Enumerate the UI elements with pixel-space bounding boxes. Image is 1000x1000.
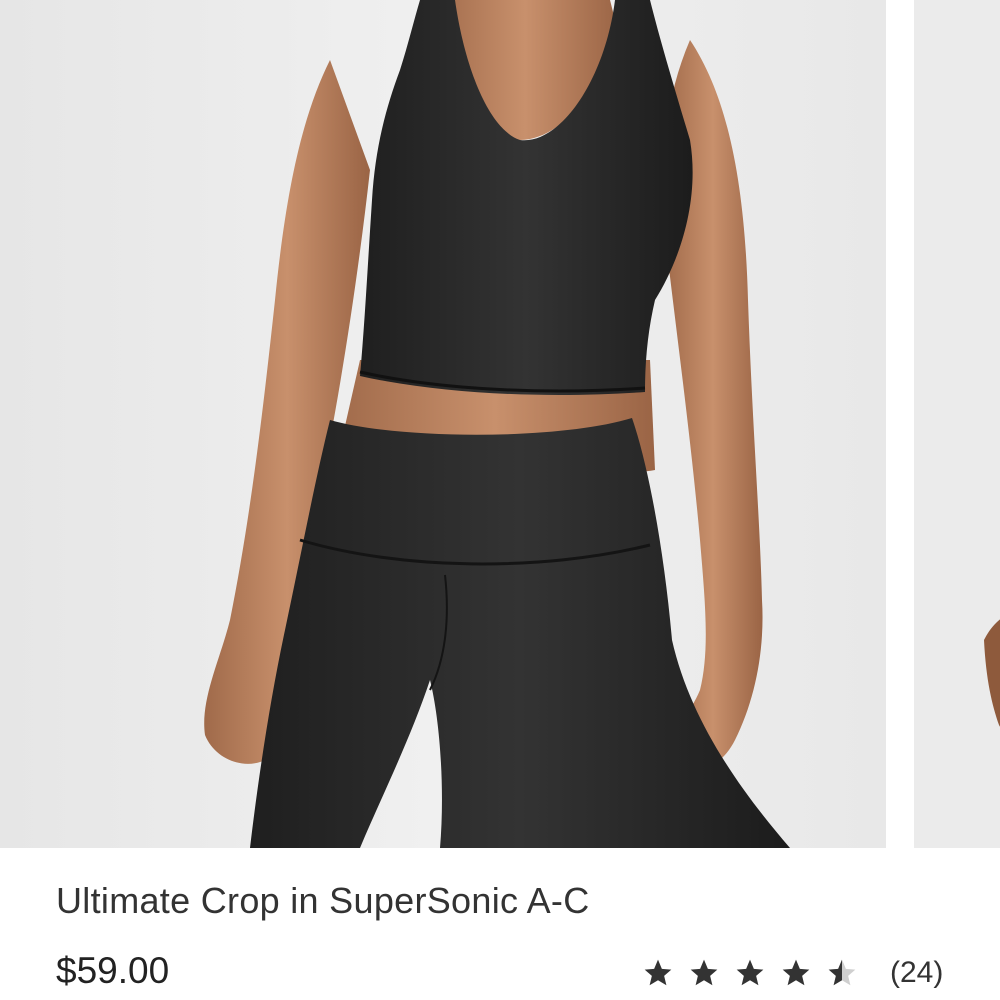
star-rating	[642, 957, 872, 989]
product-image[interactable]	[0, 0, 886, 848]
star-icon-full	[690, 959, 718, 986]
star-icon-full	[782, 959, 810, 986]
product-carousel: Ultimate Crop in SuperSonic A-C $59.00 (…	[0, 0, 1000, 1000]
star-icon-half	[828, 959, 856, 986]
star-icon-full	[736, 959, 764, 986]
review-count[interactable]: (24)	[890, 956, 943, 990]
product-card[interactable]: Ultimate Crop in SuperSonic A-C $59.00 (…	[0, 0, 943, 1000]
next-product-image	[914, 0, 1000, 848]
product-rating[interactable]: (24)	[642, 951, 943, 995]
product-photo-illustration	[0, 0, 886, 848]
product-title[interactable]: Ultimate Crop in SuperSonic A-C	[56, 880, 590, 922]
product-price: $59.00	[56, 950, 170, 991]
star-icon-full	[644, 959, 672, 986]
next-product-card-partial[interactable]	[914, 0, 1000, 848]
